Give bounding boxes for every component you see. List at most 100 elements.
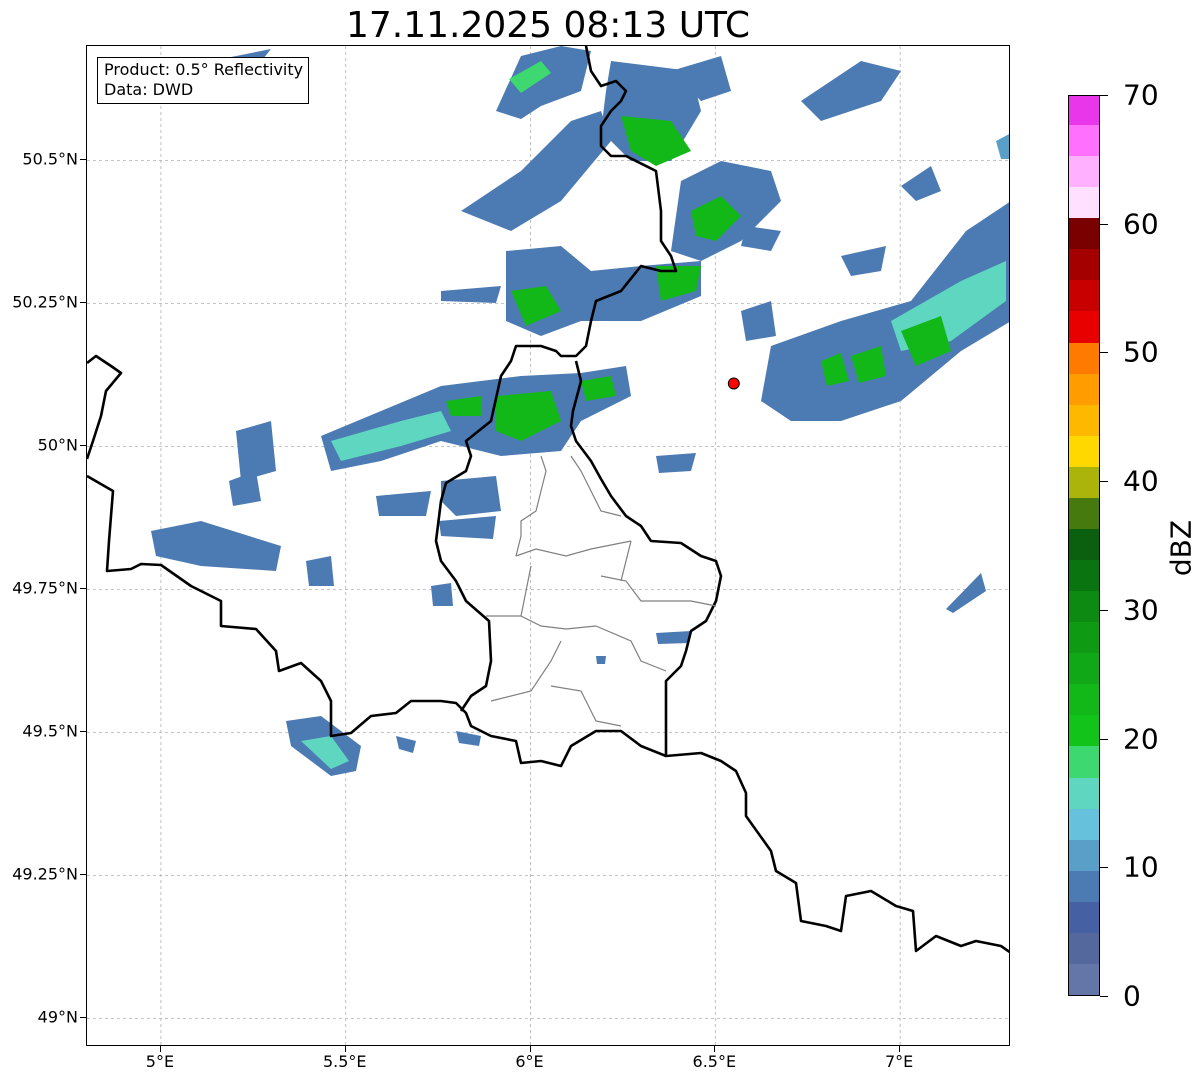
echo-cell <box>996 134 1009 159</box>
colorbar-tick-label: 60 <box>1123 207 1159 241</box>
lon-tick-mark <box>899 1046 901 1052</box>
colorbar-segment <box>1069 186 1099 219</box>
lat-tick-mark <box>80 731 86 733</box>
colorbar-segment <box>1069 435 1099 467</box>
colorbar-tick-label: 50 <box>1123 335 1159 369</box>
lat-tick-mark <box>80 445 86 447</box>
district-line <box>620 540 632 582</box>
district-line <box>570 455 622 517</box>
echo-cell <box>229 471 261 506</box>
colorbar-segment <box>1069 155 1099 188</box>
colorbar-tick-mark <box>1100 352 1108 354</box>
lat-tick-label: 49.75°N <box>12 578 78 598</box>
lat-tick-mark <box>80 159 86 161</box>
echo-cell <box>151 521 281 571</box>
border-belgium-west <box>87 354 123 460</box>
product-info-box: Product: 0.5° Reflectivity Data: DWD <box>97 57 310 104</box>
colorbar-segment <box>1069 652 1099 685</box>
lat-tick-mark <box>80 302 86 304</box>
colorbar-tick-mark <box>1100 996 1108 997</box>
lat-tick-label: 49.25°N <box>12 864 78 884</box>
colorbar-tick-label: 40 <box>1123 464 1159 498</box>
colorbar-label: dBZ <box>1164 519 1198 577</box>
border-luxembourg-east <box>569 360 723 756</box>
colorbar-segment <box>1069 932 1099 964</box>
colorbar-segment <box>1069 714 1099 747</box>
colorbar-segment <box>1069 963 1099 995</box>
district-line <box>550 685 622 727</box>
lon-tick-mark <box>159 1046 161 1052</box>
echo-cell <box>946 573 986 613</box>
echo-cell <box>306 556 334 586</box>
lat-tick-label: 50°N <box>37 435 78 455</box>
echo-cell <box>396 736 416 753</box>
colorbar-segment <box>1069 124 1099 157</box>
data-source-label: Data: DWD <box>104 80 194 99</box>
echo-cell <box>376 491 431 516</box>
echo-cell <box>439 516 496 539</box>
colorbar-segment <box>1069 901 1099 933</box>
lat-tick-label: 50.25°N <box>12 292 78 312</box>
lon-tick-mark <box>344 1046 346 1052</box>
echo-cell <box>456 731 481 746</box>
colorbar-segment <box>1069 497 1099 529</box>
district-line <box>595 625 667 672</box>
colorbar-segment <box>1069 404 1099 436</box>
district-line <box>515 455 547 557</box>
colorbar-segment <box>1069 808 1099 840</box>
colorbar-segment <box>1069 217 1099 250</box>
echo-cell <box>461 111 611 231</box>
colorbar-segment <box>1069 776 1099 809</box>
district-line <box>490 640 562 702</box>
colorbar-segment <box>1069 528 1099 561</box>
lat-tick-mark <box>80 874 86 876</box>
colorbar-tick-mark <box>1100 95 1108 96</box>
lon-tick-label: 5°E <box>145 1052 175 1071</box>
echo-cell <box>656 453 696 473</box>
lon-tick-label: 6°E <box>515 1052 544 1071</box>
colorbar-tick-mark <box>1100 738 1108 740</box>
colorbar-segment <box>1069 839 1099 871</box>
colorbar-segment <box>1069 96 1099 126</box>
colorbar-tick-label: 70 <box>1123 78 1159 112</box>
colorbar <box>1068 95 1100 996</box>
colorbar-segment <box>1069 870 1099 902</box>
colorbar-segment <box>1069 745 1099 778</box>
colorbar-segment <box>1069 341 1099 374</box>
colorbar-tick-label: 0 <box>1123 979 1141 1013</box>
radar-map[interactable] <box>86 45 1010 1046</box>
echo-cell <box>496 46 591 119</box>
echo-cell <box>656 631 691 644</box>
map-canvas <box>87 46 1009 1045</box>
echo-cell <box>596 656 606 664</box>
radar-site-marker[interactable] <box>727 377 740 390</box>
colorbar-segment <box>1069 466 1099 498</box>
lon-tick-label: 7°E <box>884 1052 914 1071</box>
colorbar-segment <box>1069 279 1099 312</box>
lat-tick-label: 49°N <box>37 1007 78 1027</box>
colorbar-segment <box>1069 683 1099 716</box>
colorbar-tick-mark <box>1100 867 1108 869</box>
lat-tick-label: 49.5°N <box>22 721 78 741</box>
colorbar-segment <box>1069 373 1099 405</box>
lon-tick-label: 6.5°E <box>692 1052 737 1071</box>
echo-cell <box>801 61 901 121</box>
echo-cell <box>901 166 941 201</box>
precipitation-echoes <box>151 46 1009 776</box>
colorbar-tick-mark <box>1100 481 1108 483</box>
lon-tick-mark <box>529 1046 531 1052</box>
echo-cell <box>841 246 886 276</box>
colorbar-segment <box>1069 310 1099 343</box>
echo-cell <box>741 226 781 251</box>
echo-cell <box>441 286 501 303</box>
colorbar-tick-mark <box>1100 223 1108 225</box>
echo-cell <box>741 301 776 341</box>
lat-tick-label: 50.5°N <box>22 149 78 169</box>
colorbar-segment <box>1069 559 1099 592</box>
colorbar-segment <box>1069 621 1099 654</box>
district-line <box>520 565 597 630</box>
lon-tick-label: 5.5°E <box>322 1052 367 1071</box>
district-borders <box>486 455 717 727</box>
colorbar-tick-label: 10 <box>1123 850 1159 884</box>
echo-cell <box>431 583 453 606</box>
